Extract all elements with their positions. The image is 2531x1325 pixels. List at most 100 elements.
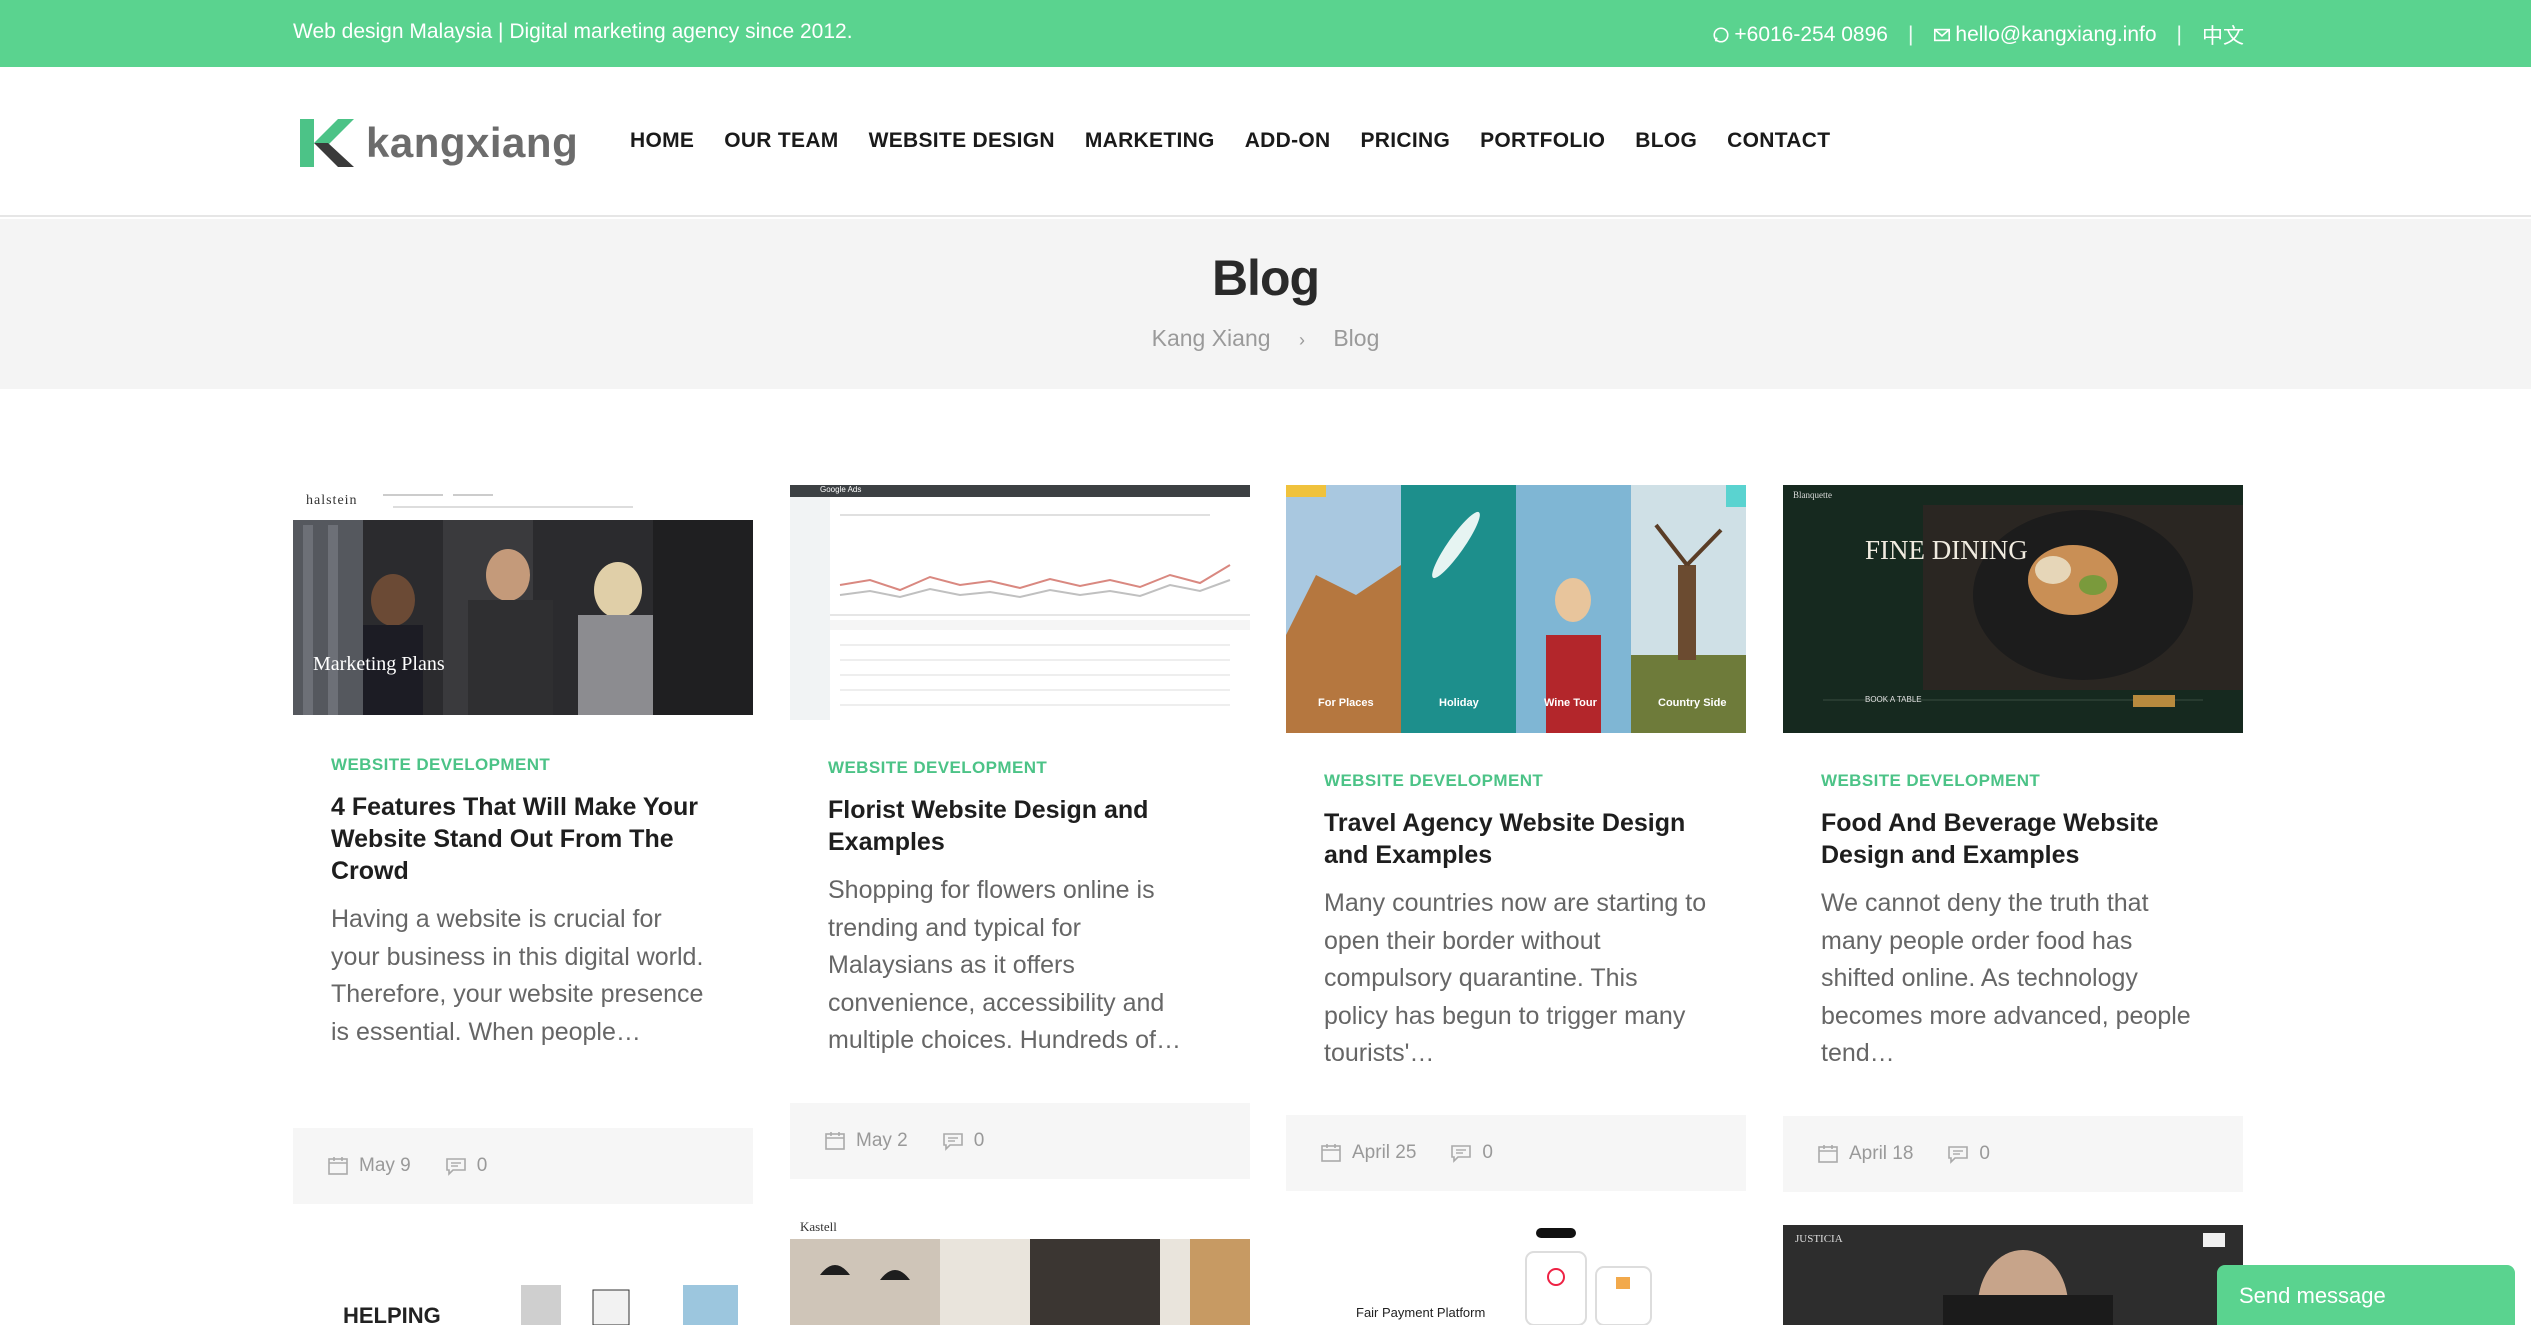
site-header: kangxiang HOME OUR TEAM WEBSITE DESIGN M… xyxy=(0,67,2531,217)
thumbnail-button: BOOK A TABLE xyxy=(1865,695,1922,704)
post-date: April 18 xyxy=(1817,1143,1913,1165)
post-thumbnail[interactable]: halstein Marketing Plans xyxy=(293,485,753,715)
breadcrumb: Kang Xiang › Blog xyxy=(0,325,2531,352)
comment-icon xyxy=(1451,1145,1472,1163)
post-title[interactable]: Food And Beverage Website Design and Exa… xyxy=(1821,807,2205,871)
blog-card[interactable]: Kastell xyxy=(790,1215,1250,1325)
post-date: May 2 xyxy=(824,1130,908,1152)
post-comments[interactable]: 0 xyxy=(1947,1143,1990,1165)
blog-card[interactable]: Google Ads WEBSITE DEVELOPMENT Florist W… xyxy=(790,485,1250,1179)
page-title-band: Blog Kang Xiang › Blog xyxy=(0,219,2531,389)
post-comments[interactable]: 0 xyxy=(942,1130,985,1152)
nav-add-on[interactable]: ADD-ON xyxy=(1245,129,1331,153)
page-title: Blog xyxy=(1211,250,1320,306)
post-date: April 25 xyxy=(1320,1142,1416,1164)
post-title[interactable]: 4 Features That Will Make Your Website S… xyxy=(331,791,715,887)
post-excerpt: Many countries now are starting to open … xyxy=(1324,889,1707,1067)
blog-card[interactable]: Fair Payment Platform xyxy=(1286,1222,1746,1325)
post-comments[interactable]: 0 xyxy=(1450,1142,1493,1164)
mail-icon xyxy=(1934,28,1951,42)
email-link[interactable]: hello@kangxiang.info xyxy=(1933,23,2157,47)
comment-count: 0 xyxy=(973,1130,985,1151)
breadcrumb-current: Blog xyxy=(1333,325,1380,351)
tagline: Web design Malaysia | Digital marketing … xyxy=(293,20,853,43)
thumbnail-image xyxy=(293,485,753,715)
post-category[interactable]: WEBSITE DEVELOPMENT xyxy=(828,758,1212,778)
date-text: April 25 xyxy=(1352,1142,1417,1163)
thumbnail-image xyxy=(790,1215,1250,1325)
post-category[interactable]: WEBSITE DEVELOPMENT xyxy=(1821,771,2205,791)
comment-count: 0 xyxy=(1482,1142,1493,1163)
post-category[interactable]: WEBSITE DEVELOPMENT xyxy=(331,755,715,775)
nav-home[interactable]: HOME xyxy=(630,129,694,153)
post-meta: May 9 0 xyxy=(293,1128,753,1204)
thumbnail-caption: FINE DINING xyxy=(1865,535,2028,565)
thumbnail-panel-label: For Places xyxy=(1318,697,1374,709)
post-title[interactable]: Florist Website Design and Examples xyxy=(828,794,1212,858)
card-body: WEBSITE DEVELOPMENT Florist Website Desi… xyxy=(790,720,1250,1060)
calendar-icon xyxy=(1818,1145,1838,1163)
post-date: May 9 xyxy=(327,1155,411,1177)
thumbnail-brand: halstein xyxy=(306,493,358,508)
thumbnail-panel-label: Holiday xyxy=(1439,697,1479,709)
send-message-button[interactable]: Send message xyxy=(2217,1265,2515,1325)
nav-marketing[interactable]: MARKETING xyxy=(1085,129,1215,153)
phone-number: +6016-254 0896 xyxy=(1734,23,1888,46)
top-bar: Web design Malaysia | Digital marketing … xyxy=(0,0,2531,67)
nav-blog[interactable]: BLOG xyxy=(1635,129,1697,153)
comment-count: 0 xyxy=(1979,1143,1990,1164)
thumbnail-brand: Kastell xyxy=(800,1219,837,1234)
calendar-icon xyxy=(825,1132,845,1150)
breadcrumb-home[interactable]: Kang Xiang xyxy=(1152,325,1271,351)
thumbnail-heading: HELPING xyxy=(343,1303,441,1325)
post-meta: April 25 0 xyxy=(1286,1115,1746,1191)
post-meta: May 2 0 xyxy=(790,1103,1250,1179)
post-excerpt: Shopping for flowers online is trending … xyxy=(828,876,1181,1054)
nav-pricing[interactable]: PRICING xyxy=(1360,129,1450,153)
logo-text: kangxiang xyxy=(366,119,579,166)
nav-our-team[interactable]: OUR TEAM xyxy=(724,129,838,153)
thumbnail-brand: Blanquette xyxy=(1793,490,1832,500)
post-thumbnail[interactable]: Blanquette FINE DINING BOOK A TABLE xyxy=(1783,485,2243,733)
blog-card[interactable]: JUSTICIA xyxy=(1783,1225,2243,1325)
nav-contact[interactable]: CONTACT xyxy=(1727,129,1830,153)
post-excerpt: We cannot deny the truth that many peopl… xyxy=(1821,889,2191,1067)
site-logo[interactable]: kangxiang xyxy=(298,117,578,169)
date-text: April 18 xyxy=(1849,1143,1914,1164)
comment-icon xyxy=(445,1158,466,1176)
email-address: hello@kangxiang.info xyxy=(1955,23,2157,46)
comment-icon xyxy=(1948,1146,1969,1164)
main-nav: HOME OUR TEAM WEBSITE DESIGN MARKETING A… xyxy=(630,129,1860,153)
logo-mark-icon xyxy=(300,119,354,167)
post-thumbnail[interactable]: For Places Holiday Wine Tour Country Sid… xyxy=(1286,485,1746,733)
nav-portfolio[interactable]: PORTFOLIO xyxy=(1480,129,1605,153)
card-body: WEBSITE DEVELOPMENT 4 Features That Will… xyxy=(293,715,753,1051)
thumbnail-image xyxy=(1783,485,2243,733)
language-switch[interactable]: 中文 xyxy=(2202,20,2244,50)
blog-card[interactable]: halstein Marketing Plans WEBSITE DEVELOP… xyxy=(293,485,753,1204)
chevron-right-icon: › xyxy=(1298,330,1305,350)
comment-icon xyxy=(942,1133,963,1151)
thumbnail-image xyxy=(1286,1222,1746,1325)
post-title[interactable]: Travel Agency Website Design and Example… xyxy=(1324,807,1708,871)
divider: | xyxy=(1907,23,1914,46)
contact-strip: +6016-254 0896 | hello@kangxiang.info | … xyxy=(1712,20,2244,50)
post-excerpt: Having a website is crucial for your bus… xyxy=(331,905,704,1046)
thumbnail-brand: Google Ads xyxy=(820,485,862,494)
blog-card[interactable]: For Places Holiday Wine Tour Country Sid… xyxy=(1286,485,1746,1191)
post-comments[interactable]: 0 xyxy=(445,1155,487,1177)
thumbnail-brand: JUSTICIA xyxy=(1795,1233,1843,1245)
post-thumbnail[interactable]: Google Ads xyxy=(790,485,1250,720)
blog-card[interactable]: HELPING xyxy=(293,1275,753,1325)
thumbnail-panel-label: Country Side xyxy=(1658,697,1727,709)
calendar-icon xyxy=(328,1157,348,1175)
thumbnail-caption: Marketing Plans xyxy=(313,653,445,675)
nav-website-design[interactable]: WEBSITE DESIGN xyxy=(869,129,1055,153)
phone-link[interactable]: +6016-254 0896 xyxy=(1712,23,1888,47)
card-body: WEBSITE DEVELOPMENT Food And Beverage We… xyxy=(1783,733,2243,1073)
thumbnail-image xyxy=(1783,1225,2243,1325)
post-category[interactable]: WEBSITE DEVELOPMENT xyxy=(1324,771,1708,791)
calendar-icon xyxy=(1321,1144,1341,1162)
divider: | xyxy=(2176,23,2182,46)
blog-card[interactable]: Blanquette FINE DINING BOOK A TABLE WEBS… xyxy=(1783,485,2243,1192)
